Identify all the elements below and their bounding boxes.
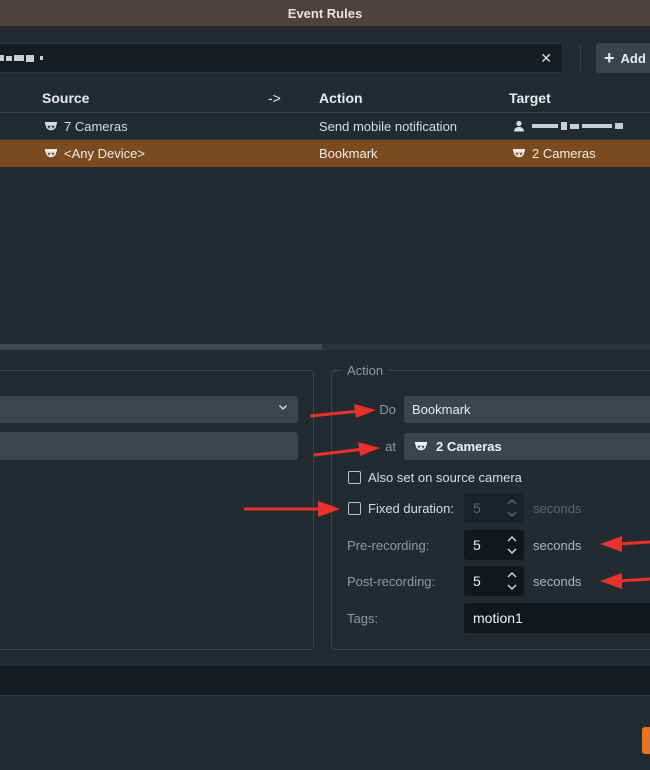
annotation-arrow-icon xyxy=(309,404,376,418)
table-horizontal-scrollbar[interactable] xyxy=(0,344,650,350)
action-text: Bookmark xyxy=(319,146,378,161)
post-recording-value: 5 xyxy=(473,573,481,589)
annotation-arrow-icon xyxy=(313,442,380,457)
chevron-down-icon xyxy=(278,401,288,415)
event-source-field[interactable] xyxy=(0,432,298,460)
toolbar-divider xyxy=(580,45,581,71)
tags-label: Tags: xyxy=(347,611,379,626)
source-text: <Any Device> xyxy=(64,146,145,161)
fixed-duration-label: Fixed duration: xyxy=(368,501,454,516)
plus-icon: + xyxy=(604,48,615,68)
window-title: Event Rules xyxy=(0,0,650,27)
stepper-arrows-icon[interactable] xyxy=(506,568,518,594)
fixed-duration-unit: seconds xyxy=(533,501,582,516)
search-value-redacted xyxy=(0,52,43,64)
apply-button[interactable] xyxy=(642,727,650,754)
user-icon xyxy=(514,120,524,132)
column-header-source[interactable]: Source xyxy=(42,90,89,106)
event-type-dropdown[interactable] xyxy=(0,396,298,423)
column-header-target[interactable]: Target xyxy=(509,90,551,106)
stepper-arrows-icon[interactable] xyxy=(506,495,518,521)
pre-recording-label: Pre-recording: xyxy=(347,538,430,553)
stepper-arrows-icon[interactable] xyxy=(506,532,518,558)
action-group-label: Action xyxy=(342,363,389,378)
action-type-dropdown[interactable]: Bookmark xyxy=(404,396,650,423)
checkbox-box[interactable] xyxy=(348,502,361,515)
annotation-arrow-icon xyxy=(244,501,340,517)
post-recording-stepper[interactable]: 5 xyxy=(464,566,524,596)
target-cell: 2 Cameras xyxy=(512,146,596,161)
post-recording-label: Post-recording: xyxy=(347,574,436,589)
checkbox-box[interactable] xyxy=(348,471,361,484)
tags-input[interactable]: motion1 xyxy=(464,603,650,633)
also-set-on-source-label: Also set on source camera xyxy=(368,470,522,485)
action-text: Send mobile notification xyxy=(319,119,458,134)
column-header-arrow: -> xyxy=(268,90,281,106)
fixed-duration-checkbox[interactable]: Fixed duration: xyxy=(348,501,454,516)
also-set-on-source-checkbox[interactable]: Also set on source camera xyxy=(348,470,522,485)
dome-camera-icon xyxy=(45,121,57,130)
add-button-label: Add xyxy=(620,50,646,66)
table-row-selected[interactable]: <Any Device> Bookmark 2 Cameras xyxy=(0,140,650,167)
dialog-footer xyxy=(0,695,650,770)
target-cell xyxy=(512,119,623,133)
fixed-duration-value: 5 xyxy=(473,500,481,516)
rules-table: Source -> Action Target 7 Cameras Send m… xyxy=(0,83,650,345)
add-rule-button[interactable]: + Add xyxy=(596,43,650,73)
annotation-arrow-icon xyxy=(600,536,650,552)
action-target-selector[interactable]: 2 Cameras xyxy=(404,433,650,460)
fixed-duration-stepper[interactable]: 5 xyxy=(464,493,524,523)
action-target-text: 2 Cameras xyxy=(436,439,502,454)
close-icon[interactable]: ✕ xyxy=(540,50,552,67)
source-cell: <Any Device> xyxy=(44,146,145,161)
source-cell: 7 Cameras xyxy=(44,119,128,134)
table-header: Source -> Action Target xyxy=(0,83,650,113)
scrollbar-thumb[interactable] xyxy=(0,344,322,350)
table-row[interactable]: 7 Cameras Send mobile notification xyxy=(0,113,650,140)
pre-recording-value: 5 xyxy=(473,537,481,553)
pre-recording-unit: seconds xyxy=(533,538,582,553)
pre-recording-stepper[interactable]: 5 xyxy=(464,530,524,560)
source-text: 7 Cameras xyxy=(64,119,128,134)
target-redacted xyxy=(532,122,623,130)
description-strip xyxy=(0,666,650,695)
column-header-action[interactable]: Action xyxy=(319,90,363,106)
dome-camera-icon xyxy=(415,441,427,450)
search-input[interactable]: ✕ xyxy=(0,43,563,73)
dome-camera-icon xyxy=(45,148,57,157)
target-text: 2 Cameras xyxy=(532,146,596,161)
annotation-arrow-icon xyxy=(600,573,650,589)
dome-camera-icon xyxy=(513,148,525,157)
post-recording-unit: seconds xyxy=(533,574,582,589)
